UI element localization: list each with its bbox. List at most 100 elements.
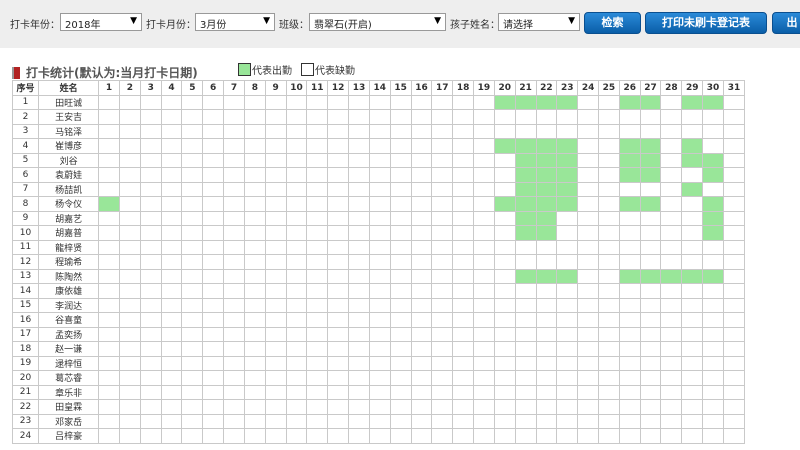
row-name: 程瑜希	[38, 254, 100, 270]
day-cell	[202, 326, 225, 342]
table-row: 1 田旺诚	[11, 94, 746, 110]
day-cell	[348, 283, 370, 299]
day-cell	[660, 370, 683, 386]
day-cell	[598, 109, 620, 125]
day-cell	[306, 210, 329, 226]
header-index: 序号	[11, 80, 40, 96]
day-cell	[223, 370, 245, 386]
row-index: 16	[11, 312, 40, 328]
day-cell	[473, 152, 495, 168]
day-cell	[410, 283, 433, 299]
day-cell	[181, 123, 204, 139]
month-select[interactable]: 3月份 ▼	[195, 13, 275, 31]
day-cell	[577, 94, 599, 110]
day-cell	[598, 196, 620, 212]
day-cell	[118, 341, 141, 357]
day-cell	[681, 138, 704, 154]
day-cell	[181, 413, 204, 429]
row-name: 刘谷	[38, 152, 100, 168]
row-name: 马铭泽	[38, 123, 100, 139]
day-cell	[639, 254, 662, 270]
day-cell	[473, 413, 495, 429]
class-select[interactable]: 翡翠石(开启) ▼	[309, 13, 446, 31]
day-cell	[618, 138, 641, 154]
export-button[interactable]: 出	[772, 12, 800, 34]
day-cell	[577, 138, 599, 154]
day-cell	[535, 428, 558, 444]
day-cell	[139, 370, 162, 386]
day-cell	[389, 167, 412, 183]
day-cell	[410, 167, 433, 183]
print-unswiped-button[interactable]: 打印未刷卡登记表	[645, 12, 767, 34]
day-cell	[181, 370, 204, 386]
day-cell	[639, 326, 662, 342]
row-index: 12	[11, 254, 40, 270]
day-cell	[431, 123, 454, 139]
child-select[interactable]: 请选择 ▼	[498, 13, 580, 31]
day-cell	[264, 428, 287, 444]
day-cell	[160, 152, 183, 168]
day-cell	[202, 312, 225, 328]
day-cell	[535, 254, 558, 270]
day-cell	[139, 399, 162, 415]
day-cell	[473, 254, 495, 270]
day-cell	[473, 370, 495, 386]
day-cell	[556, 123, 579, 139]
day-cell	[722, 109, 746, 125]
day-cell	[639, 94, 662, 110]
day-cell	[452, 239, 475, 255]
day-cell	[139, 326, 162, 342]
day-cell	[118, 123, 141, 139]
search-button[interactable]: 检索	[584, 12, 641, 34]
day-cell	[139, 181, 162, 197]
header-day: 31	[722, 80, 746, 96]
day-cell	[98, 399, 120, 415]
day-cell	[285, 138, 308, 154]
table-row: 15 李润达	[11, 297, 746, 313]
row-name: 邓家岳	[38, 413, 100, 429]
day-cell	[681, 94, 704, 110]
day-cell	[243, 312, 266, 328]
filter-bar: 打卡年份： 2018年 ▼ 打卡月份： 3月份 ▼ 班级： 翡翠石(开启) ▼ …	[0, 0, 800, 48]
day-cell	[598, 167, 620, 183]
day-cell	[660, 94, 683, 110]
day-cell	[327, 355, 350, 371]
day-cell	[639, 399, 662, 415]
day-cell	[556, 370, 579, 386]
day-cell	[98, 181, 120, 197]
header-day: 21	[514, 80, 537, 96]
row-index: 11	[11, 239, 40, 255]
day-cell	[264, 283, 287, 299]
month-label: 打卡月份：	[146, 20, 196, 31]
day-cell	[639, 413, 662, 429]
day-cell	[702, 254, 724, 270]
day-cell	[493, 181, 516, 197]
day-cell	[722, 239, 746, 255]
day-cell	[306, 355, 329, 371]
day-cell	[556, 268, 579, 284]
day-cell	[452, 312, 475, 328]
table-row: 19 逯梓恒	[11, 355, 746, 371]
table-row: 2 王安吉	[11, 109, 746, 125]
day-cell	[410, 413, 433, 429]
day-cell	[618, 239, 641, 255]
row-index: 13	[11, 268, 40, 284]
day-cell	[389, 254, 412, 270]
day-cell	[98, 109, 120, 125]
day-cell	[285, 297, 308, 313]
day-cell	[702, 123, 724, 139]
year-select[interactable]: 2018年 ▼	[60, 13, 142, 31]
header-day: 19	[473, 80, 495, 96]
day-cell	[368, 196, 391, 212]
day-cell	[181, 355, 204, 371]
day-cell	[431, 413, 454, 429]
header-day: 5	[181, 80, 204, 96]
day-cell	[452, 428, 475, 444]
day-cell	[223, 225, 245, 241]
day-cell	[327, 254, 350, 270]
day-cell	[598, 225, 620, 241]
day-cell	[452, 341, 475, 357]
day-cell	[618, 196, 641, 212]
day-cell	[681, 283, 704, 299]
day-cell	[202, 413, 225, 429]
